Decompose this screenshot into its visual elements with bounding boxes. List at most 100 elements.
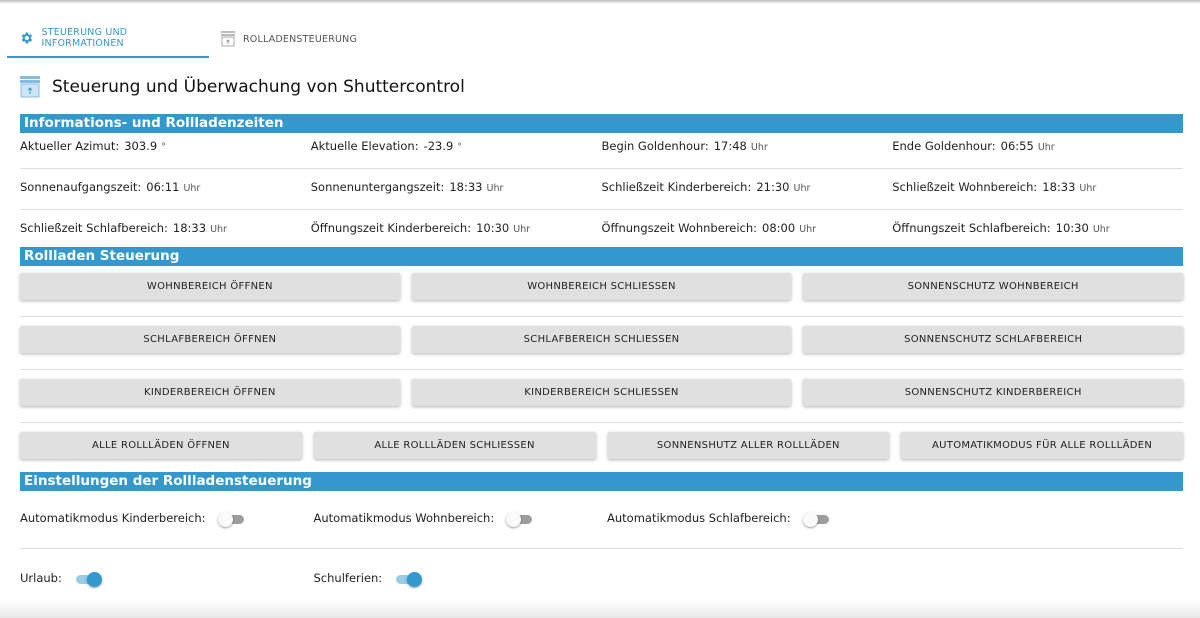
info-label: Aktueller Azimut: [20, 139, 120, 153]
toggle-item: Automatikmodus Wohnbereich: [313, 511, 608, 527]
info-item: Aktueller Azimut: 303.9 ° [20, 139, 311, 153]
divider [20, 548, 1183, 549]
info-value: 303.9 [124, 139, 158, 153]
divider [20, 316, 1183, 317]
info-label: Schließzeit Schlafbereich: [20, 221, 168, 235]
info-label: Begin Goldenhour: [601, 139, 709, 153]
info-item: Schließzeit Schlafbereich: 18:33 Uhr [20, 221, 311, 235]
control-button[interactable]: SCHLAFBEREICH ÖFFNEN [20, 326, 400, 353]
info-item: Sonnenaufgangszeit: 06:11 Uhr [20, 180, 311, 194]
info-value: 06:11 [146, 180, 180, 194]
info-unit: Uhr [1092, 224, 1110, 235]
info-item: Ende Goldenhour: 06:55 Uhr [892, 139, 1183, 153]
info-row: Aktueller Azimut: 303.9 ° Aktuelle Elevatio… [20, 139, 1183, 153]
info-label: Schließzeit Wohnbereich: [892, 180, 1038, 194]
toggle-row: Automatikmodus Kinderbereich: Automatikmo… [20, 511, 1183, 527]
info-item: Öffnungszeit Schlafbereich: 10:30 Uhr [892, 221, 1183, 235]
toggle-switch[interactable] [217, 511, 246, 527]
info-unit: ° [161, 142, 166, 153]
info-label: Sonnenuntergangszeit: [310, 180, 445, 194]
info-unit: Uhr [513, 224, 531, 235]
button-row: KINDERBEREICH ÖFFNEN KINDERBEREICH SCHLIE… [20, 379, 1184, 406]
control-button[interactable]: SONNENSHUTZ ALLER ROLLLÄDEN [607, 432, 890, 459]
info-label: Sonnenaufgangszeit: [20, 180, 142, 194]
control-button[interactable]: WOHNBEREICH SCHLIESSEN [411, 273, 792, 300]
info-unit: ° [457, 142, 463, 153]
button-row: ALLE ROLLLÄDEN ÖFFNEN ALLE ROLLLÄDEN SCHL… [20, 432, 1183, 459]
toggle-switch[interactable] [74, 571, 102, 587]
bottom-fade [0, 600, 1200, 618]
info-value: 06:55 [1000, 139, 1034, 153]
control-button[interactable]: AUTOMATIKMODUS FÜR ALLE ROLLLÄDEN [901, 432, 1183, 459]
info-unit: Uhr [750, 142, 768, 153]
info-label: Ende Goldenhour: [892, 139, 996, 153]
toggle-label: Schulferien: [313, 571, 383, 585]
control-button[interactable]: KINDERBEREICH SCHLIESSEN [411, 379, 792, 406]
info-value: 18:33 [1042, 180, 1076, 194]
gear-icon [21, 32, 33, 44]
top-shadow [0, 0, 1200, 4]
toggle-item: Urlaub: [20, 571, 314, 587]
info-unit: Uhr [183, 183, 201, 194]
control-button[interactable]: KINDERBEREICH ÖFFNEN [20, 379, 400, 406]
info-value: 10:30 [476, 221, 510, 235]
info-value: 18:33 [449, 180, 483, 194]
tab-steuerung-informationen[interactable]: STEUERUNG UND INFORMATIONEN [7, 20, 209, 58]
control-button[interactable]: SONNENSCHUTZ SCHLAFBEREICH [803, 326, 1184, 353]
divider [20, 369, 1183, 370]
toggle-switch[interactable] [802, 511, 831, 527]
info-item: Öffnungszeit Wohnbereich: 08:00 Uhr [602, 221, 893, 235]
info-row: Sonnenaufgangszeit: 06:11 Uhr Sonnenunterga… [20, 180, 1183, 194]
toggle-row: Urlaub: Schulferien: [20, 571, 1183, 587]
toggle-knob [407, 571, 423, 587]
shutter-icon [221, 31, 235, 47]
toggle-item: Automatikmodus Schlafbereich: [607, 511, 901, 527]
toggle-label: Urlaub: [20, 571, 62, 585]
info-label: Öffnungszeit Schlafbereich: [892, 221, 1051, 235]
toggle-switch[interactable] [506, 511, 534, 527]
info-unit: Uhr [793, 183, 811, 194]
info-item: Begin Goldenhour: 17:48 Uhr [602, 139, 893, 153]
info-value: 17:48 [713, 139, 747, 153]
info-item: Schließzeit Kinderbereich: 21:30 Uhr [602, 180, 893, 194]
tab-bar: STEUERUNG UND INFORMATIONEN ROLLADENSTEU… [7, 20, 369, 58]
tab-rolladensteuerung[interactable]: ROLLADENSTEUERUNG [209, 20, 369, 58]
toggle-label: Automatikmodus Kinderbereich: [20, 511, 206, 525]
toggle-knob [802, 511, 818, 527]
info-label: Öffnungszeit Kinderbereich: [310, 221, 472, 235]
control-button[interactable]: SONNENSCHUTZ WOHNBEREICH [803, 273, 1184, 300]
divider [20, 168, 1183, 169]
info-value: 10:30 [1055, 221, 1089, 235]
info-unit: Uhr [486, 183, 504, 194]
section-header-info: Informations- und Rollladenzeiten [20, 114, 1183, 133]
info-unit: Uhr [799, 224, 817, 235]
button-row: WOHNBEREICH ÖFFNEN WOHNBEREICH SCHLIESSEN… [20, 273, 1184, 300]
info-unit: Uhr [1037, 142, 1055, 153]
divider [20, 209, 1183, 210]
info-item: Schließzeit Wohnbereich: 18:33 Uhr [892, 180, 1183, 194]
control-button[interactable]: SCHLAFBEREICH SCHLIESSEN [411, 326, 792, 353]
control-button[interactable]: WOHNBEREICH ÖFFNEN [20, 273, 400, 300]
info-unit: Uhr [210, 224, 227, 235]
toggle-switch[interactable] [394, 571, 423, 587]
info-value: 21:30 [756, 180, 790, 194]
info-label: Aktuelle Elevation: [310, 139, 419, 153]
divider [20, 422, 1183, 423]
info-item: Sonnenuntergangszeit: 18:33 Uhr [311, 180, 602, 194]
info-label: Öffnungszeit Wohnbereich: [601, 221, 758, 235]
info-item: Öffnungszeit Kinderbereich: 10:30 Uhr [311, 221, 602, 235]
section-header-settings: Einstellungen der Rollladensteuerung [20, 472, 1183, 491]
control-button[interactable]: ALLE ROLLLÄDEN SCHLIESSEN [313, 432, 596, 459]
info-label: Schließzeit Kinderbereich: [601, 180, 752, 194]
toggle-label: Automatikmodus Schlafbereich: [607, 511, 791, 525]
page-title: Steuerung und Überwachung von Shuttercon… [52, 77, 465, 97]
toggle-label: Automatikmodus Wohnbereich: [313, 511, 495, 525]
control-button[interactable]: SONNENSCHUTZ KINDERBEREICH [803, 379, 1184, 406]
toggle-knob [506, 511, 522, 527]
shutter-icon [20, 76, 40, 98]
toggle-item: Automatikmodus Kinderbereich: [20, 511, 314, 527]
info-value: 08:00 [762, 221, 796, 235]
info-unit: Uhr [1079, 183, 1097, 194]
toggle-item: Schulferien: [313, 571, 608, 587]
control-button[interactable]: ALLE ROLLLÄDEN ÖFFNEN [20, 432, 302, 459]
